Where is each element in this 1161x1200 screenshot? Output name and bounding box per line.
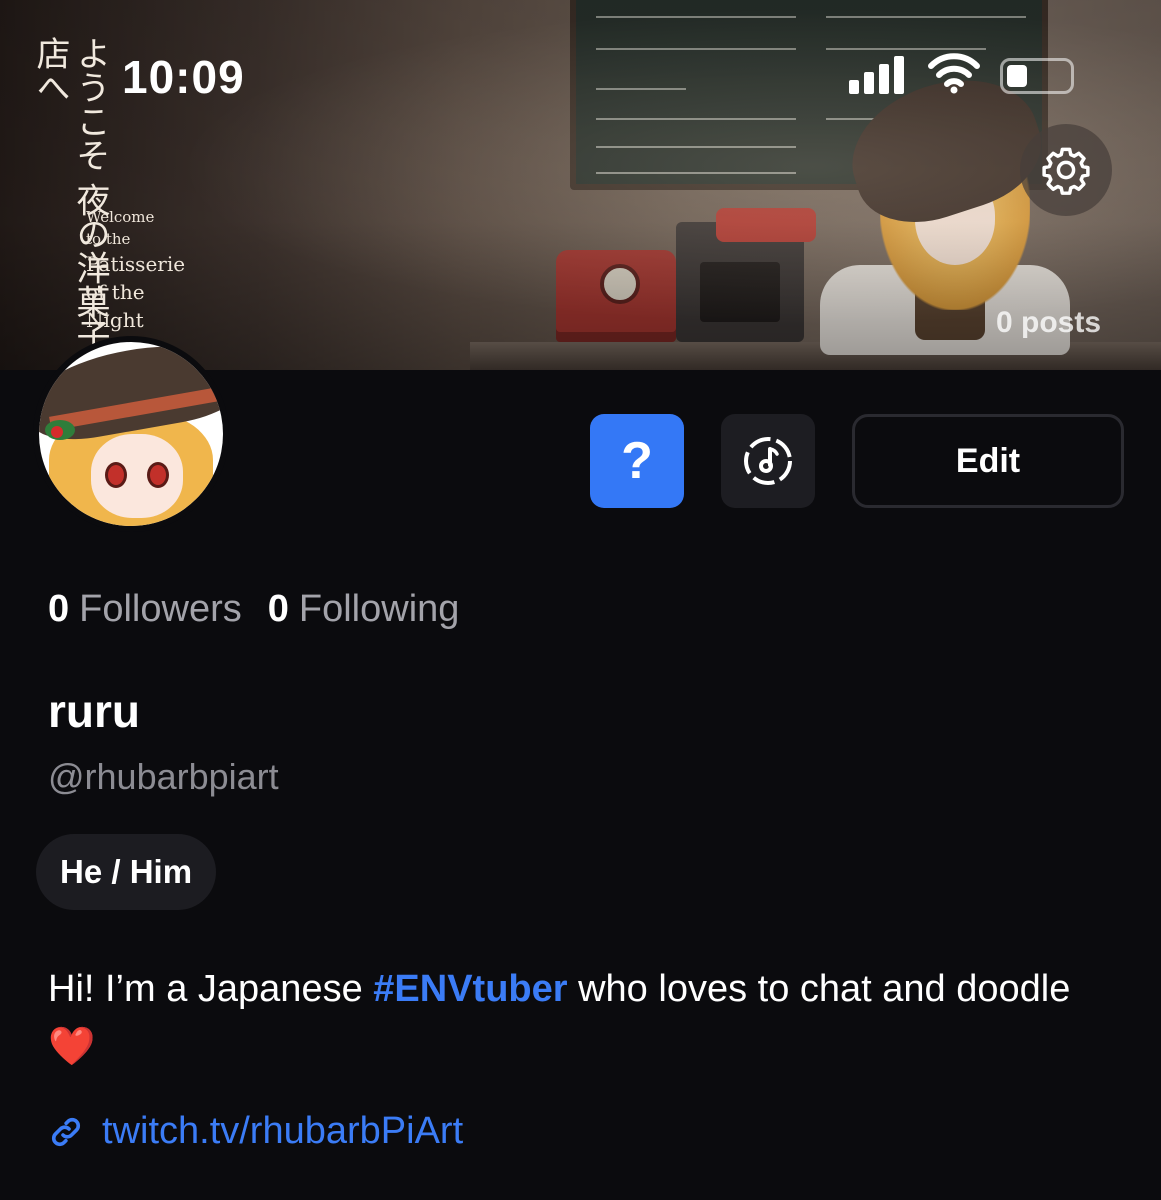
profile-link-text: twitch.tv/rhubarbPiArt bbox=[102, 1110, 464, 1152]
pronouns-badge: He / Him bbox=[36, 834, 217, 910]
banner-subtitle-line4: of the Night bbox=[86, 280, 145, 332]
banner-subtitle-line2: to the bbox=[86, 230, 131, 248]
followers-count: 0 bbox=[48, 588, 70, 630]
banner-subtitle: Welcome to the Patisserie of the Night bbox=[86, 206, 206, 334]
followers-stat[interactable]: 0 Followers bbox=[48, 588, 242, 631]
music-disc-icon bbox=[744, 437, 792, 485]
following-label: Following bbox=[298, 588, 460, 630]
pronouns-text: He / Him bbox=[60, 853, 193, 890]
status-time: 10:09 bbox=[122, 51, 245, 103]
profile-link[interactable]: twitch.tv/rhubarbPiArt bbox=[48, 1110, 463, 1153]
banner-subtitle-line1: Welcome bbox=[86, 208, 155, 226]
heart-emoji: ❤️ bbox=[48, 1026, 96, 1068]
bio-text-end: who loves to chat and doodle bbox=[567, 968, 1071, 1010]
edit-profile-button[interactable]: Edit bbox=[852, 414, 1124, 508]
following-stat[interactable]: 0 Following bbox=[268, 588, 460, 631]
profile-banner[interactable]: ようこそ 夜の洋菓子店へ Welcome to the Patisserie o… bbox=[0, 0, 1161, 370]
follow-stats: 0 Followers 0 Following bbox=[48, 588, 459, 631]
settings-button[interactable] bbox=[1020, 124, 1112, 216]
avatar[interactable] bbox=[33, 336, 229, 532]
bio-hashtag-link[interactable]: #ENVtuber bbox=[373, 968, 567, 1010]
banner-subtitle-line3: Patisserie bbox=[86, 252, 186, 276]
following-count: 0 bbox=[267, 588, 289, 630]
signal-icon bbox=[849, 56, 909, 94]
avatar-image bbox=[39, 342, 223, 526]
display-name: ruru bbox=[48, 685, 140, 737]
gear-icon bbox=[1042, 147, 1090, 195]
link-icon bbox=[52, 1117, 80, 1146]
banner-title-jp-line1: ようこそ bbox=[70, 36, 110, 172]
posts-count: 0 posts bbox=[996, 306, 1102, 339]
battery-icon bbox=[1000, 58, 1074, 94]
followers-label: Followers bbox=[79, 588, 242, 630]
question-icon: ? bbox=[621, 432, 653, 490]
music-button[interactable] bbox=[721, 414, 815, 508]
bio-text-start: Hi! I’m a Japanese bbox=[48, 968, 374, 1010]
help-button[interactable]: ? bbox=[590, 414, 684, 508]
wifi-icon bbox=[928, 52, 980, 94]
bio: Hi! I’m a Japanese #ENVtuber who loves t… bbox=[48, 960, 1118, 1076]
username-handle: @rhubarbpiart bbox=[48, 756, 279, 797]
